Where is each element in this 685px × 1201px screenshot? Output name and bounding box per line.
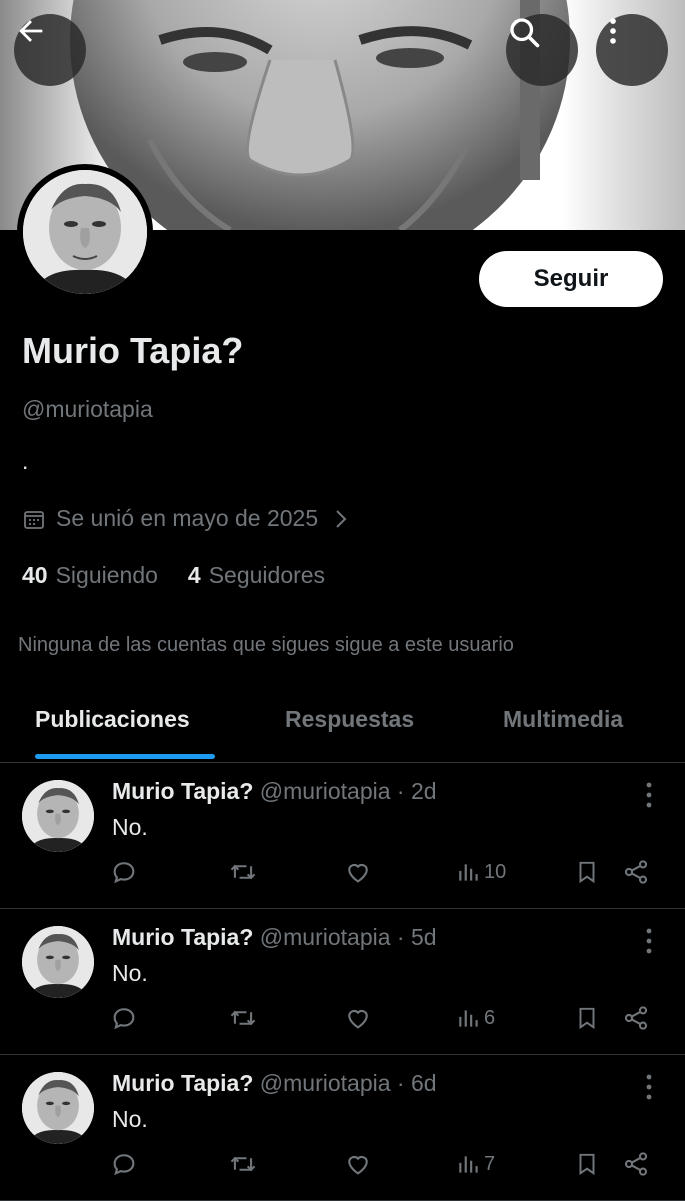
- post-header: Murio Tapia? @muriotapia · 2d: [112, 778, 437, 805]
- back-button[interactable]: [14, 14, 86, 86]
- active-tab-indicator: [35, 754, 215, 759]
- bookmark-icon: [579, 861, 595, 884]
- post-text: No.: [112, 960, 148, 986]
- followers-count: 4: [187, 562, 201, 588]
- post-header: Murio Tapia? @muriotapia · 5d: [112, 924, 437, 951]
- share-icon: [624, 1006, 648, 1030]
- reply-button[interactable]: [110, 1150, 138, 1178]
- post-item[interactable]: Murio Tapia? @muriotapia · 5d No. 6: [0, 908, 685, 1055]
- avatar-photo: [23, 170, 147, 294]
- heart-icon: [348, 1009, 368, 1029]
- post-author-name[interactable]: Murio Tapia?: [112, 1070, 253, 1096]
- share-icon: [624, 1152, 648, 1176]
- post-header: Murio Tapia? @muriotapia · 6d: [112, 1070, 437, 1097]
- joined-date[interactable]: Se unió en mayo de 2025: [22, 505, 350, 532]
- mutual-followers-note: Ninguna de las cuentas que sigues sigue …: [18, 634, 514, 656]
- repost-icon: [230, 864, 256, 880]
- tab-publicaciones[interactable]: Publicaciones: [35, 706, 190, 733]
- post-author-handle: @muriotapia: [259, 924, 391, 950]
- profile-stats: 40 Siguiendo 4 Seguidores: [22, 562, 325, 589]
- post-author-name[interactable]: Murio Tapia?: [112, 778, 253, 804]
- share-button[interactable]: [622, 858, 650, 886]
- profile-handle: @muriotapia: [22, 396, 153, 422]
- repost-button[interactable]: [228, 858, 258, 886]
- following-count: 40: [22, 562, 48, 588]
- like-button[interactable]: [344, 1004, 372, 1032]
- share-icon: [624, 860, 648, 884]
- reply-icon: [113, 862, 135, 884]
- search-icon: [510, 18, 540, 48]
- post-actions: 6: [0, 1004, 685, 1040]
- bookmark-button[interactable]: [574, 1004, 600, 1032]
- post-text: No.: [112, 1106, 148, 1132]
- views-button[interactable]: 10: [456, 858, 506, 886]
- followers-stat[interactable]: 4 Seguidores: [188, 562, 325, 589]
- post-actions: 7: [0, 1150, 685, 1186]
- bookmark-button[interactable]: [574, 1150, 600, 1178]
- heart-icon: [348, 1155, 368, 1175]
- reply-icon: [113, 1154, 135, 1176]
- post-text: No.: [112, 814, 148, 840]
- repost-button[interactable]: [228, 1004, 258, 1032]
- views-count: 7: [484, 1152, 496, 1175]
- views-chart-icon: [459, 1156, 478, 1173]
- post-item[interactable]: Murio Tapia? @muriotapia · 6d No. 7: [0, 1054, 685, 1201]
- repost-icon: [230, 1156, 256, 1172]
- views-count: 6: [484, 1006, 496, 1029]
- tab-respuestas[interactable]: Respuestas: [285, 706, 414, 733]
- views-chart-icon: [459, 864, 478, 881]
- post-avatar[interactable]: [22, 1072, 94, 1144]
- views-button[interactable]: 7: [456, 1150, 495, 1178]
- post-avatar[interactable]: [22, 780, 94, 852]
- more-vertical-icon: [610, 18, 616, 44]
- like-button[interactable]: [344, 858, 372, 886]
- views-chart-icon: [459, 1010, 478, 1027]
- follow-button[interactable]: Seguir: [479, 251, 663, 307]
- profile-bio: .: [22, 448, 29, 474]
- repost-button[interactable]: [228, 1150, 258, 1178]
- post-author-handle: @muriotapia: [259, 778, 391, 804]
- post-author-handle: @muriotapia: [259, 1070, 391, 1096]
- views-count: 10: [484, 860, 507, 883]
- profile-tabs: Publicaciones Respuestas Multimedia: [0, 690, 685, 763]
- post-more-icon[interactable]: [640, 926, 658, 956]
- bookmark-button[interactable]: [574, 858, 600, 886]
- search-button[interactable]: [506, 14, 578, 86]
- reply-button[interactable]: [110, 858, 138, 886]
- heart-icon: [348, 863, 368, 883]
- reply-button[interactable]: [110, 1004, 138, 1032]
- post-time: · 6d: [396, 1070, 437, 1096]
- more-options-button[interactable]: [596, 14, 668, 86]
- following-stat[interactable]: 40 Siguiendo: [22, 562, 158, 589]
- post-avatar[interactable]: [22, 926, 94, 998]
- bookmark-icon: [579, 1007, 595, 1030]
- chevron-right-icon: [332, 508, 350, 530]
- post-time: · 2d: [396, 778, 437, 804]
- post-time: · 5d: [396, 924, 437, 950]
- share-button[interactable]: [622, 1004, 650, 1032]
- share-button[interactable]: [622, 1150, 650, 1178]
- arrow-left-icon: [19, 20, 43, 42]
- following-label: Siguiendo: [55, 562, 158, 588]
- tab-multimedia[interactable]: Multimedia: [503, 706, 623, 733]
- post-author-name[interactable]: Murio Tapia?: [112, 924, 253, 950]
- calendar-icon: [22, 507, 46, 531]
- post-more-icon[interactable]: [640, 780, 658, 810]
- bookmark-icon: [579, 1153, 595, 1176]
- joined-label: Se unió en mayo de 2025: [56, 505, 319, 531]
- profile-display-name: Murio Tapia?: [22, 330, 244, 371]
- post-item[interactable]: Murio Tapia? @muriotapia · 2d No. 10: [0, 762, 685, 909]
- reply-icon: [113, 1008, 135, 1030]
- repost-icon: [230, 1010, 256, 1026]
- views-button[interactable]: 6: [456, 1004, 495, 1032]
- post-actions: 10: [0, 858, 685, 894]
- followers-label: Seguidores: [208, 562, 326, 588]
- post-more-icon[interactable]: [640, 1072, 658, 1102]
- profile-avatar[interactable]: [17, 164, 153, 300]
- like-button[interactable]: [344, 1150, 372, 1178]
